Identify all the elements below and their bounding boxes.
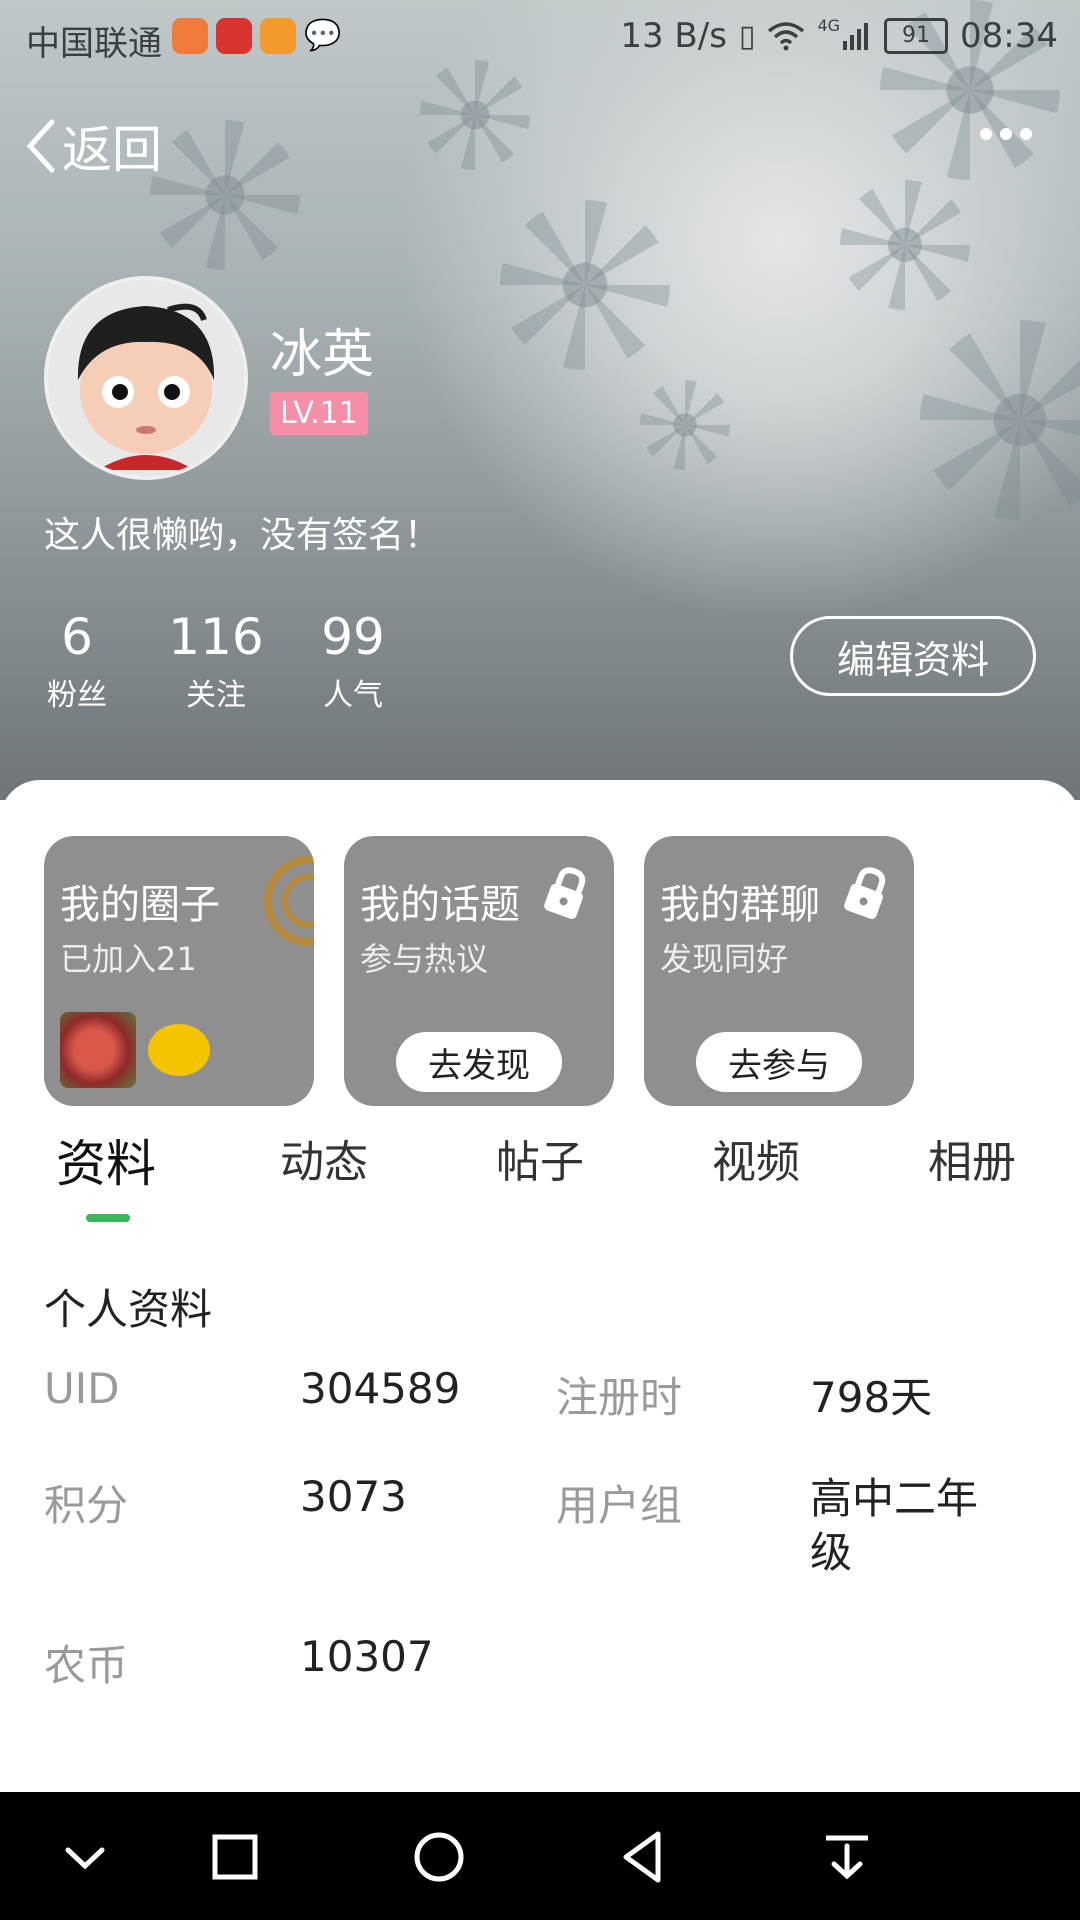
vibrate-icon: ▯ [738, 18, 756, 54]
circle-thumbnail [60, 1012, 136, 1088]
tab-info[interactable]: 资料 [56, 1124, 156, 1196]
discover-button[interactable]: 去发现 [396, 1032, 562, 1092]
stat-value: 99 [321, 608, 385, 666]
tab-activity[interactable]: 动态 [280, 1126, 368, 1190]
battery-icon: 91 [884, 18, 949, 54]
tab-posts[interactable]: 帖子 [496, 1126, 584, 1190]
tab-videos[interactable]: 视频 [712, 1126, 800, 1190]
flower-decoration [640, 380, 730, 470]
avatar-cartoon-icon [48, 280, 244, 476]
card-subtitle: 已加入21 [60, 940, 197, 978]
chevron-down-icon[interactable] [50, 1822, 120, 1892]
notification-pulldown-icon[interactable] [812, 1822, 882, 1892]
app-notification-icon [172, 18, 208, 54]
flower-decoration [500, 200, 670, 370]
chat-bubble-icon [148, 1024, 210, 1076]
card-my-groups[interactable]: 我的群聊 发现同好 去参与 [644, 836, 914, 1106]
system-nav-bar [0, 1792, 1080, 1920]
notification-icons: 💬 [172, 18, 342, 54]
tab-indicator [86, 1214, 130, 1222]
stat-label: 关注 [186, 678, 246, 713]
more-dot-icon [980, 128, 992, 140]
stat-value: 6 [61, 608, 93, 666]
stat-label: 人气 [323, 678, 383, 713]
info-label-coins: 农币 [44, 1641, 129, 1690]
recent-apps-icon[interactable] [200, 1822, 270, 1892]
wechat-icon: 💬 [304, 18, 342, 53]
flower-decoration [420, 60, 530, 170]
more-dot-icon [1000, 128, 1012, 140]
card-subtitle: 参与热议 [360, 940, 489, 978]
stat-fans[interactable]: 6 粉丝 [44, 608, 110, 714]
profile-tabs: 资料 动态 帖子 视频 相册 [0, 1126, 1080, 1226]
app-notification-icon [216, 18, 252, 54]
card-my-circles[interactable]: 我的圈子 已加入21 [44, 836, 314, 1106]
info-label-user-group: 用户组 [556, 1481, 683, 1530]
join-button[interactable]: 去参与 [696, 1032, 862, 1092]
stat-following[interactable]: 116 关注 [168, 608, 264, 714]
more-dot-icon [1020, 128, 1032, 140]
carrier-label: 中国联通 [26, 24, 162, 64]
user-signature: 这人很懒哟，没有签名！ [44, 515, 441, 556]
card-subtitle: 发现同好 [660, 940, 789, 978]
avatar[interactable] [44, 276, 248, 480]
info-label-uid: UID [44, 1364, 120, 1413]
level-badge: LV.11 [270, 392, 368, 435]
section-title: 个人资料 [44, 1285, 213, 1334]
stat-label: 粉丝 [47, 678, 107, 713]
info-value-points: 3073 [300, 1472, 407, 1521]
flower-decoration [920, 320, 1080, 520]
info-value-coins: 10307 [300, 1632, 434, 1681]
profile-content-sheet: 我的圈子 已加入21 我的话题 参与热议 去发现 我的群聊 发现同好 去参与 资… [0, 780, 1080, 1792]
network-type: 4G [817, 16, 841, 35]
card-my-topics[interactable]: 我的话题 参与热议 去发现 [344, 836, 614, 1106]
back-button[interactable]: 返回 [26, 110, 162, 182]
home-icon[interactable] [404, 1822, 474, 1892]
status-bar: 中国联通 💬 13 B/s ▯ 4G 91 08:34 [0, 0, 1080, 74]
edit-profile-button[interactable]: 编辑资料 [790, 616, 1036, 696]
info-value-user-group: 高中二年级 [810, 1474, 979, 1577]
net-speed: 13 B/s [620, 16, 727, 56]
stat-popularity[interactable]: 99 人气 [318, 608, 388, 714]
more-options-button[interactable] [980, 128, 1032, 140]
card-title: 我的群聊 [660, 882, 820, 928]
info-label-registered: 注册时 [556, 1373, 683, 1422]
lock-icon [544, 867, 586, 919]
back-nav-icon[interactable] [608, 1822, 678, 1892]
lock-icon [844, 867, 886, 919]
app-notification-icon [260, 18, 296, 54]
wifi-icon [768, 22, 805, 51]
info-value-registered: 798天 [810, 1373, 933, 1422]
chevron-left-icon [26, 119, 55, 173]
card-title: 我的话题 [360, 882, 520, 928]
info-label-points: 积分 [44, 1481, 129, 1530]
card-title: 我的圈子 [60, 882, 220, 928]
stat-value: 116 [168, 608, 264, 666]
flower-decoration [150, 120, 300, 270]
back-label: 返回 [62, 121, 162, 179]
clock: 08:34 [960, 16, 1058, 56]
tab-album[interactable]: 相册 [928, 1126, 1016, 1190]
signal-icon [843, 23, 869, 50]
flower-decoration [840, 180, 970, 310]
user-name: 冰英 [270, 325, 375, 385]
info-value-uid: 304589 [300, 1364, 461, 1413]
